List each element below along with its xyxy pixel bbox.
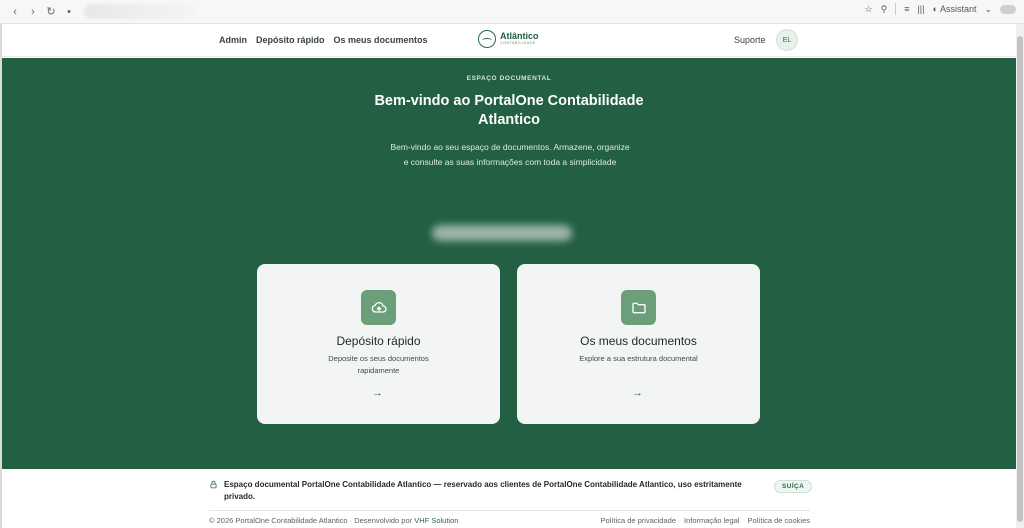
- logo-mark-icon: [478, 30, 496, 48]
- hero-section: ESPAÇO DOCUMENTAL Bem-vindo ao PortalOne…: [2, 58, 1016, 469]
- browser-toolbar: ‹ › ↻ • ☆ ⚲ ≡ ||| ◐ Assistant ⌄: [0, 0, 1024, 24]
- lock-icon: [210, 480, 217, 489]
- page: Admin Depósito rápido Os meus documentos…: [2, 24, 1016, 528]
- privacy-notice: Espaço documental PortalOne Contabilidad…: [209, 479, 744, 503]
- logo[interactable]: Atlântico CONTABILIDADE: [478, 30, 539, 48]
- card-title: Os meus documentos: [580, 334, 697, 348]
- hero-title-text: Bem-vindo ao PortalOne Contabilidade Atl…: [374, 93, 644, 128]
- logo-name: Atlântico: [500, 31, 539, 41]
- chevron-down-icon[interactable]: ⌄: [984, 4, 992, 15]
- cloud-upload-icon: [361, 290, 396, 325]
- avatar[interactable]: EL: [776, 29, 798, 51]
- card-title: Depósito rápido: [336, 334, 421, 348]
- logo-subtitle: CONTABILIDADE: [500, 41, 536, 45]
- assistant-button[interactable]: ◐ Assistant: [932, 4, 976, 14]
- blurred-content: [432, 225, 572, 241]
- nav-quick-deposit[interactable]: Depósito rápido: [256, 35, 325, 45]
- reading-list-icon[interactable]: ≡: [904, 4, 909, 14]
- assistant-label: Assistant: [939, 4, 977, 14]
- footer-divider: [209, 510, 810, 511]
- assistant-toggle[interactable]: [1000, 4, 1016, 14]
- quick-deposit-card[interactable]: Depósito rápido Deposite os seus documen…: [257, 264, 500, 424]
- privacy-policy-link[interactable]: Política de privacidade: [601, 516, 676, 525]
- extension-icon[interactable]: ⚲: [881, 4, 888, 15]
- assistant-icon: ◐: [932, 4, 938, 14]
- footer-bottom: © 2026 PortalOne Contabilidade Atlantico…: [209, 516, 810, 525]
- main-nav: Admin Depósito rápido Os meus documentos: [219, 35, 428, 45]
- reload-icon[interactable]: ↻: [45, 5, 57, 18]
- audio-icon[interactable]: |||: [917, 4, 924, 14]
- microphone-icon[interactable]: •: [63, 6, 75, 18]
- card-description: Deposite os seus documentos rapidamente: [328, 354, 429, 375]
- arrow-right-icon[interactable]: →: [632, 387, 643, 399]
- support-link[interactable]: Suporte: [734, 35, 766, 45]
- country-badge: SUÍÇA: [774, 480, 813, 493]
- back-icon[interactable]: ‹: [9, 6, 21, 18]
- hero-lead: Bem-vindo ao seu espaço de documentos. A…: [390, 142, 630, 167]
- developer-link[interactable]: VHF Solution: [414, 516, 458, 525]
- cookie-policy-link[interactable]: Política de cookies: [747, 516, 810, 525]
- card-description: Explore a sua estrutura documental: [579, 354, 698, 363]
- my-documents-card[interactable]: Os meus documentos Explore a sua estrutu…: [517, 264, 760, 424]
- bookmark-star-icon[interactable]: ☆: [865, 4, 873, 15]
- notice-text: Espaço documental PortalOne Contabilidad…: [224, 480, 742, 501]
- nav-my-documents[interactable]: Os meus documentos: [334, 35, 428, 45]
- arrow-right-icon[interactable]: →: [372, 387, 383, 399]
- toolbar-divider: [895, 3, 897, 15]
- hero-eyebrow: ESPAÇO DOCUMENTAL: [466, 75, 552, 82]
- site-footer: Espaço documental PortalOne Contabilidad…: [2, 469, 1016, 528]
- nav-admin[interactable]: Admin: [219, 35, 247, 45]
- footer-links: Política de privacidade Informação legal…: [601, 516, 810, 525]
- forward-icon[interactable]: ›: [27, 6, 39, 18]
- address-bar[interactable]: [84, 4, 194, 19]
- scrollbar[interactable]: [1016, 24, 1024, 528]
- legal-info-link[interactable]: Informação legal: [684, 516, 739, 525]
- copyright: © 2026 PortalOne Contabilidade Atlantico…: [209, 516, 458, 525]
- site-header: Admin Depósito rápido Os meus documentos…: [2, 24, 1016, 57]
- copyright-text: © 2026 PortalOne Contabilidade Atlantico…: [209, 516, 413, 525]
- hero-title: Bem-vindo ao PortalOne Contabilidade Atl…: [2, 92, 1016, 130]
- scrollbar-thumb[interactable]: [1017, 36, 1023, 522]
- folder-icon: [621, 290, 656, 325]
